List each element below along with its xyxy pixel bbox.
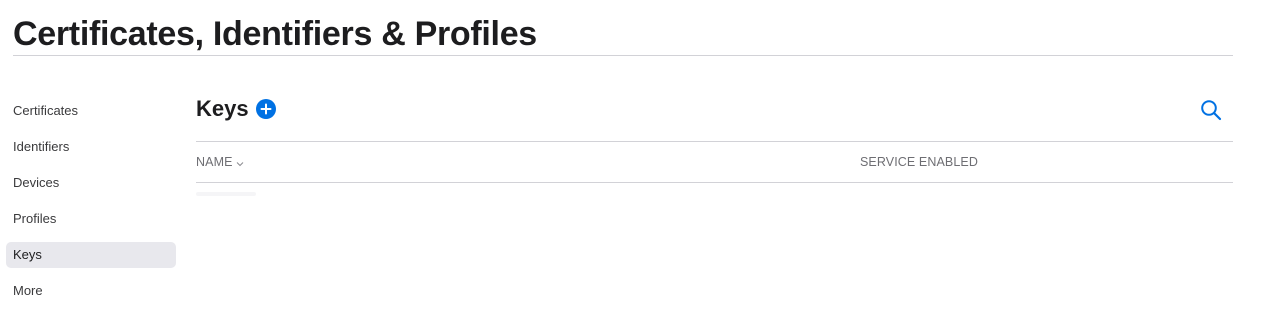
column-header-name-label: NAME (196, 155, 233, 169)
column-header-service-enabled: SERVICE ENABLED (860, 155, 978, 169)
page: Certificates, Identifiers & Profiles Cer… (0, 0, 1262, 309)
sidebar-item-identifiers[interactable]: Identifiers (6, 134, 176, 160)
table-header-divider (196, 182, 1233, 183)
section-title: Keys (196, 96, 249, 121)
sidebar-item-devices[interactable]: Devices (6, 170, 176, 196)
column-header-name[interactable]: NAME (196, 155, 244, 170)
sidebar-item-profiles[interactable]: Profiles (6, 206, 176, 232)
search-icon (1201, 100, 1222, 121)
sidebar-item-keys[interactable]: Keys (6, 242, 176, 268)
section-header: Keys (196, 92, 1233, 126)
page-title: Certificates, Identifiers & Profiles (13, 15, 537, 53)
title-divider (13, 55, 1233, 56)
sidebar: Certificates Identifiers Devices Profile… (6, 98, 176, 309)
chevron-down-icon (236, 156, 244, 170)
sidebar-item-certificates[interactable]: Certificates (6, 98, 176, 124)
add-key-button[interactable] (256, 99, 276, 119)
plus-circle-icon (256, 99, 276, 119)
sidebar-item-more[interactable]: More (6, 278, 176, 304)
table-header: NAME SERVICE ENABLED (196, 142, 1233, 182)
search-button[interactable] (1200, 99, 1222, 121)
table-row-placeholder (196, 192, 256, 196)
main-content: Keys NAME SERVICE ENABLED (196, 92, 1233, 196)
